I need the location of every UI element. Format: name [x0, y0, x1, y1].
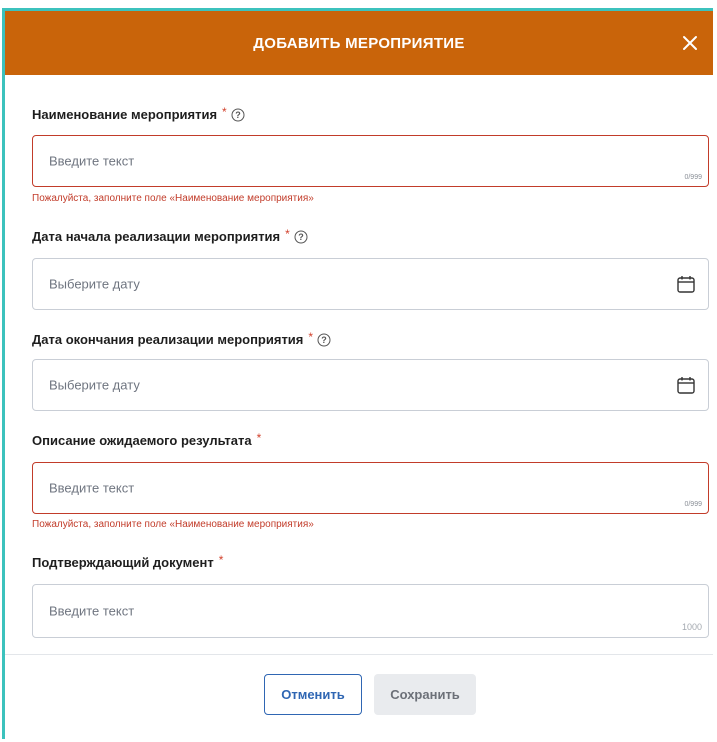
- svg-text:?: ?: [321, 335, 327, 345]
- event-name-placeholder: Введите текст: [49, 153, 135, 169]
- document-label-text: Подтверждающий документ: [32, 555, 214, 570]
- calendar-icon[interactable]: [676, 274, 696, 294]
- required-mark: *: [308, 329, 314, 344]
- expected-result-placeholder: Введите текст: [49, 480, 135, 496]
- svg-text:?: ?: [235, 110, 241, 120]
- start-date-picker[interactable]: Выберите дату: [32, 258, 709, 310]
- required-mark: *: [256, 430, 262, 445]
- help-icon[interactable]: ?: [294, 230, 308, 244]
- event-name-error: Пожалуйста, заполните поле «Наименование…: [32, 193, 314, 204]
- event-name-input[interactable]: Введите текст 0/999: [32, 135, 709, 187]
- required-mark: *: [285, 226, 290, 241]
- event-name-label: Наименование мероприятия * ?: [32, 104, 245, 122]
- footer-divider: [5, 654, 713, 655]
- start-date-placeholder: Выберите дату: [49, 276, 140, 292]
- start-date-label: Дата начала реализации мероприятия * ?: [32, 226, 308, 244]
- required-mark: *: [218, 552, 224, 567]
- end-date-placeholder: Выберите дату: [49, 377, 140, 393]
- end-date-label: Дата окончания реализации мероприятия * …: [32, 329, 331, 347]
- event-name-label-text: Наименование мероприятия: [32, 107, 218, 122]
- dialog-header: ДОБАВИТЬ МЕРОПРИЯТИЕ: [5, 11, 713, 75]
- expected-result-label: Описание ожидаемого результата *: [32, 430, 262, 449]
- svg-text:?: ?: [298, 232, 304, 242]
- document-label: Подтверждающий документ *: [32, 552, 224, 571]
- save-button[interactable]: Сохранить: [374, 674, 476, 715]
- calendar-icon[interactable]: [676, 375, 696, 395]
- expected-result-error: Пожалуйста, заполните поле «Наименование…: [32, 519, 314, 530]
- document-counter: 1000: [681, 622, 702, 632]
- document-input[interactable]: Введите текст 1000: [32, 584, 709, 638]
- end-date-picker[interactable]: Выберите дату: [32, 359, 709, 411]
- expected-result-counter: 0/999: [684, 501, 702, 508]
- close-icon[interactable]: [677, 30, 703, 56]
- document-placeholder: Введите текст: [49, 603, 135, 619]
- help-icon[interactable]: ?: [231, 108, 245, 122]
- event-name-counter: 0/999: [684, 174, 702, 181]
- cancel-button[interactable]: Отменить: [264, 674, 362, 715]
- help-icon[interactable]: ?: [317, 333, 331, 347]
- end-date-label-text: Дата окончания реализации мероприятия: [32, 332, 304, 347]
- required-mark: *: [222, 104, 227, 119]
- dialog-title: ДОБАВИТЬ МЕРОПРИЯТИЕ: [253, 34, 465, 52]
- add-event-dialog: ДОБАВИТЬ МЕРОПРИЯТИЕ Наименование меропр…: [2, 8, 713, 739]
- start-date-label-text: Дата начала реализации мероприятия: [32, 229, 281, 244]
- expected-result-label-text: Описание ожидаемого результата: [32, 433, 252, 448]
- expected-result-input[interactable]: Введите текст 0/999: [32, 462, 709, 514]
